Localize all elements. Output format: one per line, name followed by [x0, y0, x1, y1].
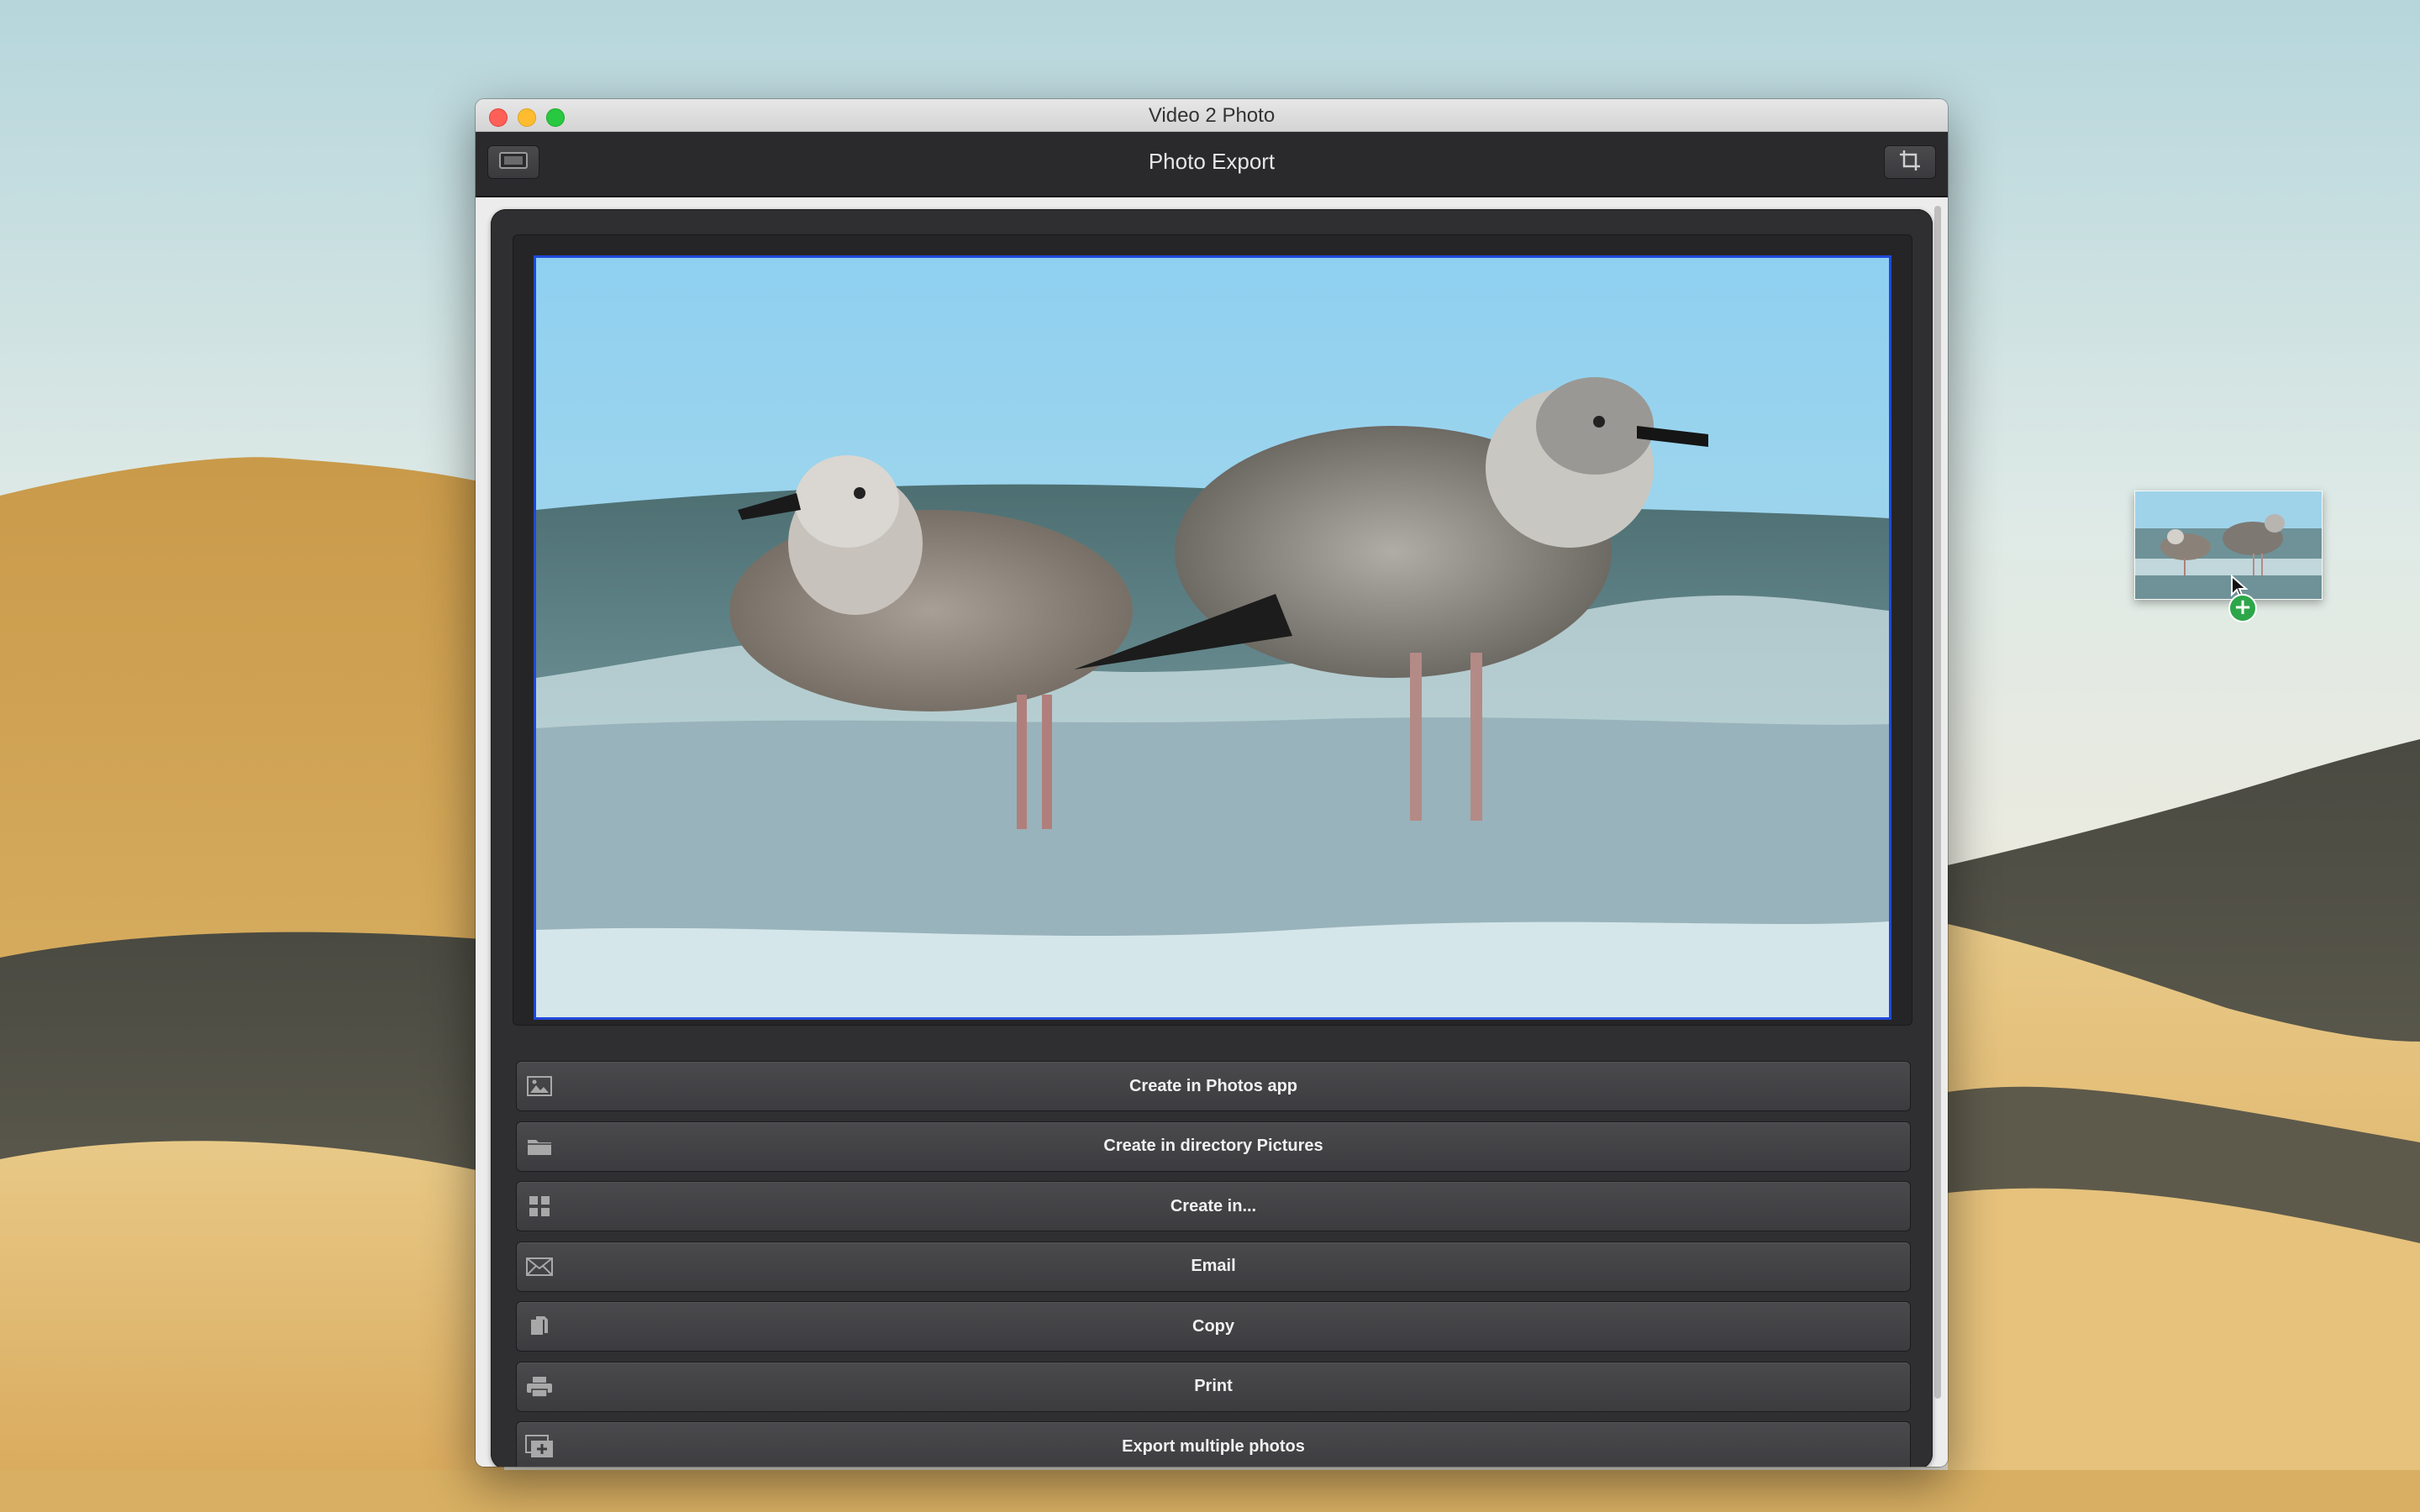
- action-label: Email: [1191, 1257, 1236, 1275]
- window-title: Video 2 Photo: [1148, 104, 1276, 127]
- photo-preview-frame: [513, 234, 1912, 1026]
- export-actions: Create in Photos app Create in directory…: [516, 1061, 1911, 1467]
- action-label: Print: [1194, 1377, 1233, 1395]
- photo-preview[interactable]: [534, 255, 1891, 1020]
- dragged-photo-thumbnail[interactable]: [2134, 491, 2323, 600]
- crop-button[interactable]: [1884, 145, 1936, 179]
- title-bar[interactable]: Video 2 Photo: [476, 99, 1948, 132]
- copy-badge-icon: +: [2228, 594, 2257, 622]
- scrollbar[interactable]: [1934, 206, 1941, 1399]
- photo-icon: [525, 1072, 554, 1100]
- create-in-pictures-button[interactable]: Create in directory Pictures: [516, 1121, 1911, 1172]
- toolbar-title: Photo Export: [1148, 149, 1276, 174]
- toolbar: Photo Export: [476, 132, 1948, 197]
- envelope-icon: [525, 1252, 554, 1281]
- printer-icon: [525, 1373, 554, 1401]
- copy-button[interactable]: Copy: [516, 1301, 1911, 1352]
- content-area: Create in Photos app Create in directory…: [476, 197, 1948, 1467]
- action-label: Export multiple photos: [1122, 1436, 1305, 1456]
- crop-icon: [1899, 150, 1921, 176]
- export-multiple-button[interactable]: Export multiple photos: [516, 1421, 1911, 1467]
- print-button[interactable]: Print: [516, 1361, 1911, 1412]
- create-in-button[interactable]: Create in...: [516, 1181, 1911, 1231]
- action-label: Create in directory Pictures: [1103, 1137, 1323, 1155]
- action-label: Create in Photos app: [1128, 1076, 1298, 1095]
- add-stack-icon: [525, 1432, 554, 1461]
- copy-icon: [525, 1312, 554, 1341]
- grid-icon: [525, 1192, 554, 1221]
- action-label: Create in...: [1170, 1196, 1257, 1215]
- folder-icon: [525, 1132, 554, 1161]
- export-panel: Create in Photos app Create in directory…: [491, 209, 1933, 1467]
- app-window: Video 2 Photo Photo Export Create in Pho…: [476, 99, 1948, 1467]
- action-label: Copy: [1192, 1316, 1234, 1336]
- create-in-photos-button[interactable]: Create in Photos app: [516, 1061, 1911, 1111]
- email-button[interactable]: Email: [516, 1241, 1911, 1292]
